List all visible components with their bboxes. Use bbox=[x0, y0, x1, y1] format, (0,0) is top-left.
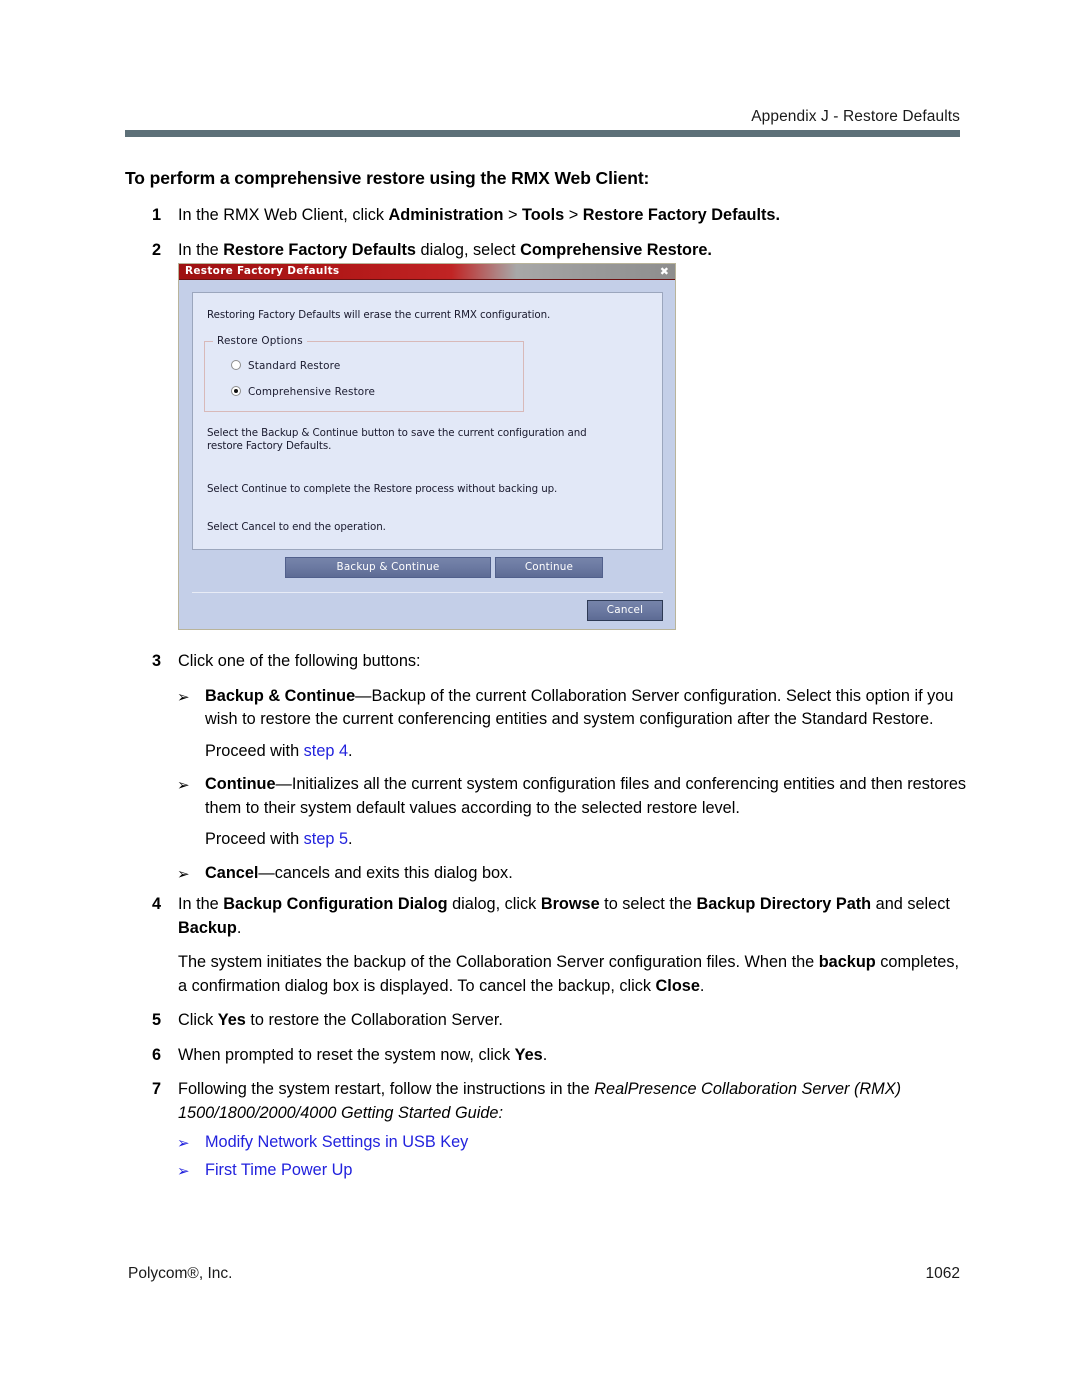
footer-page-number: 1062 bbox=[925, 1265, 960, 1282]
proceed-4-period: . bbox=[348, 741, 353, 760]
arrow-bullet-icon: ➢ bbox=[177, 777, 190, 794]
step-2-text: In the Restore Factory Defaults dialog, … bbox=[178, 240, 712, 259]
step-1-text: In the RMX Web Client, click Administrat… bbox=[178, 206, 781, 224]
radio-comprehensive-restore-label: Comprehensive Restore bbox=[248, 386, 376, 398]
restore-options-group: Restore Options Standard Restore Compreh… bbox=[204, 335, 524, 412]
bullet-cancel: ➢ Cancel—cancels and exits this dialog b… bbox=[125, 862, 970, 886]
bullet-link-usb[interactable]: ➢ Modify Network Settings in USB Key bbox=[125, 1131, 970, 1155]
dialog-content-panel: Restoring Factory Defaults will erase th… bbox=[192, 292, 663, 550]
bullet-backup-continue: ➢ Backup & Continue—Backup of the curren… bbox=[125, 685, 970, 732]
procedure-steps-continued: 3 Click one of the following buttons: ➢ … bbox=[125, 650, 970, 1190]
bullet-backup-continue-text: Backup & Continue—Backup of the current … bbox=[205, 686, 954, 729]
arrow-bullet-icon: ➢ bbox=[177, 1135, 190, 1152]
step-4-note-text: The system initiates the backup of the C… bbox=[178, 953, 960, 995]
bullet-link-power-up[interactable]: ➢ First Time Power Up bbox=[125, 1159, 970, 1183]
restore-options-legend: Restore Options bbox=[213, 335, 307, 347]
step-number: 7 bbox=[152, 1080, 162, 1098]
step-4-text: In the Backup Configuration Dialog dialo… bbox=[178, 895, 950, 937]
dialog-warning-text: Restoring Factory Defaults will erase th… bbox=[207, 309, 551, 321]
bullet-cancel-text: Cancel—cancels and exits this dialog box… bbox=[205, 863, 513, 882]
step-6-text: When prompted to reset the system now, c… bbox=[178, 1045, 548, 1064]
step-4: 4 In the Backup Configuration Dialog dia… bbox=[125, 893, 970, 940]
radio-standard-restore-label: Standard Restore bbox=[248, 360, 341, 372]
step-number: 1 bbox=[152, 206, 162, 224]
radio-comprehensive-restore[interactable]: Comprehensive Restore bbox=[231, 386, 375, 398]
step-number: 6 bbox=[152, 1045, 162, 1064]
arrow-bullet-icon: ➢ bbox=[177, 865, 190, 883]
dialog-note-backup: Select the Backup & Continue button to s… bbox=[207, 427, 587, 452]
continue-button[interactable]: Continue bbox=[495, 557, 603, 578]
proceed-5-prefix: Proceed with bbox=[205, 830, 304, 848]
link-step-4[interactable]: step 4 bbox=[304, 742, 348, 760]
step-number: 5 bbox=[152, 1011, 162, 1029]
link-modify-network-settings[interactable]: Modify Network Settings in USB Key bbox=[205, 1133, 468, 1151]
link-first-time-power-up[interactable]: First Time Power Up bbox=[205, 1161, 352, 1179]
step-2: 2 In the Restore Factory Defaults dialog… bbox=[125, 239, 970, 263]
step-4-note: The system initiates the backup of the C… bbox=[125, 951, 970, 998]
radio-icon-selected bbox=[231, 386, 241, 396]
step-3-text: Click one of the following buttons: bbox=[178, 652, 421, 670]
radio-icon-unselected bbox=[231, 360, 241, 370]
header-rule bbox=[125, 130, 960, 137]
dialog-body: Restoring Factory Defaults will erase th… bbox=[179, 281, 675, 629]
running-header: Appendix J - Restore Defaults bbox=[751, 108, 960, 125]
step-7-text: Following the system restart, follow the… bbox=[178, 1080, 902, 1122]
dialog-button-row: Backup & Continue Continue bbox=[192, 557, 663, 579]
arrow-bullet-icon: ➢ bbox=[177, 1162, 190, 1180]
proceed-step-5: Proceed with step 5. bbox=[125, 828, 970, 852]
step-number: 2 bbox=[152, 240, 162, 259]
step-number: 4 bbox=[152, 895, 162, 913]
document-page: Appendix J - Restore Defaults To perform… bbox=[0, 0, 1080, 1397]
dialog-note-cancel: Select Cancel to end the operation. bbox=[207, 521, 386, 533]
page-title: To perform a comprehensive restore using… bbox=[125, 168, 650, 188]
step-6: 6 When prompted to reset the system now,… bbox=[125, 1044, 970, 1068]
dialog-titlebar: Restore Factory Defaults ✖ bbox=[179, 264, 675, 280]
step-3: 3 Click one of the following buttons: bbox=[125, 650, 970, 674]
backup-and-continue-button[interactable]: Backup & Continue bbox=[285, 557, 491, 578]
dialog-note-continue: Select Continue to complete the Restore … bbox=[207, 483, 558, 495]
step-5: 5 Click Yes to restore the Collaboration… bbox=[125, 1009, 970, 1033]
close-icon[interactable]: ✖ bbox=[660, 264, 669, 280]
step-7: 7 Following the system restart, follow t… bbox=[125, 1078, 970, 1125]
page-footer: Polycom®, Inc. 1062 bbox=[128, 1265, 960, 1283]
bullet-continue-text: Continue—Initializes all the current sys… bbox=[205, 775, 967, 817]
proceed-step-4: Proceed with step 4. bbox=[125, 740, 970, 764]
footer-company: Polycom®, Inc. bbox=[128, 1265, 233, 1282]
arrow-bullet-icon: ➢ bbox=[177, 688, 190, 706]
link-step-5[interactable]: step 5 bbox=[304, 830, 348, 848]
step-5-text: Click Yes to restore the Collaboration S… bbox=[178, 1011, 503, 1029]
dialog-title: Restore Factory Defaults bbox=[185, 265, 340, 277]
radio-standard-restore[interactable]: Standard Restore bbox=[231, 360, 340, 372]
step-1: 1 In the RMX Web Client, click Administr… bbox=[125, 204, 970, 228]
step-number: 3 bbox=[152, 652, 162, 670]
dialog-divider bbox=[192, 592, 663, 593]
proceed-4-prefix: Proceed with bbox=[205, 741, 304, 760]
bullet-continue: ➢ Continue—Initializes all the current s… bbox=[125, 773, 970, 820]
proceed-5-period: . bbox=[348, 830, 353, 848]
restore-factory-defaults-dialog-screenshot: Restore Factory Defaults ✖ Restoring Fac… bbox=[178, 263, 676, 630]
cancel-button[interactable]: Cancel bbox=[587, 600, 663, 621]
